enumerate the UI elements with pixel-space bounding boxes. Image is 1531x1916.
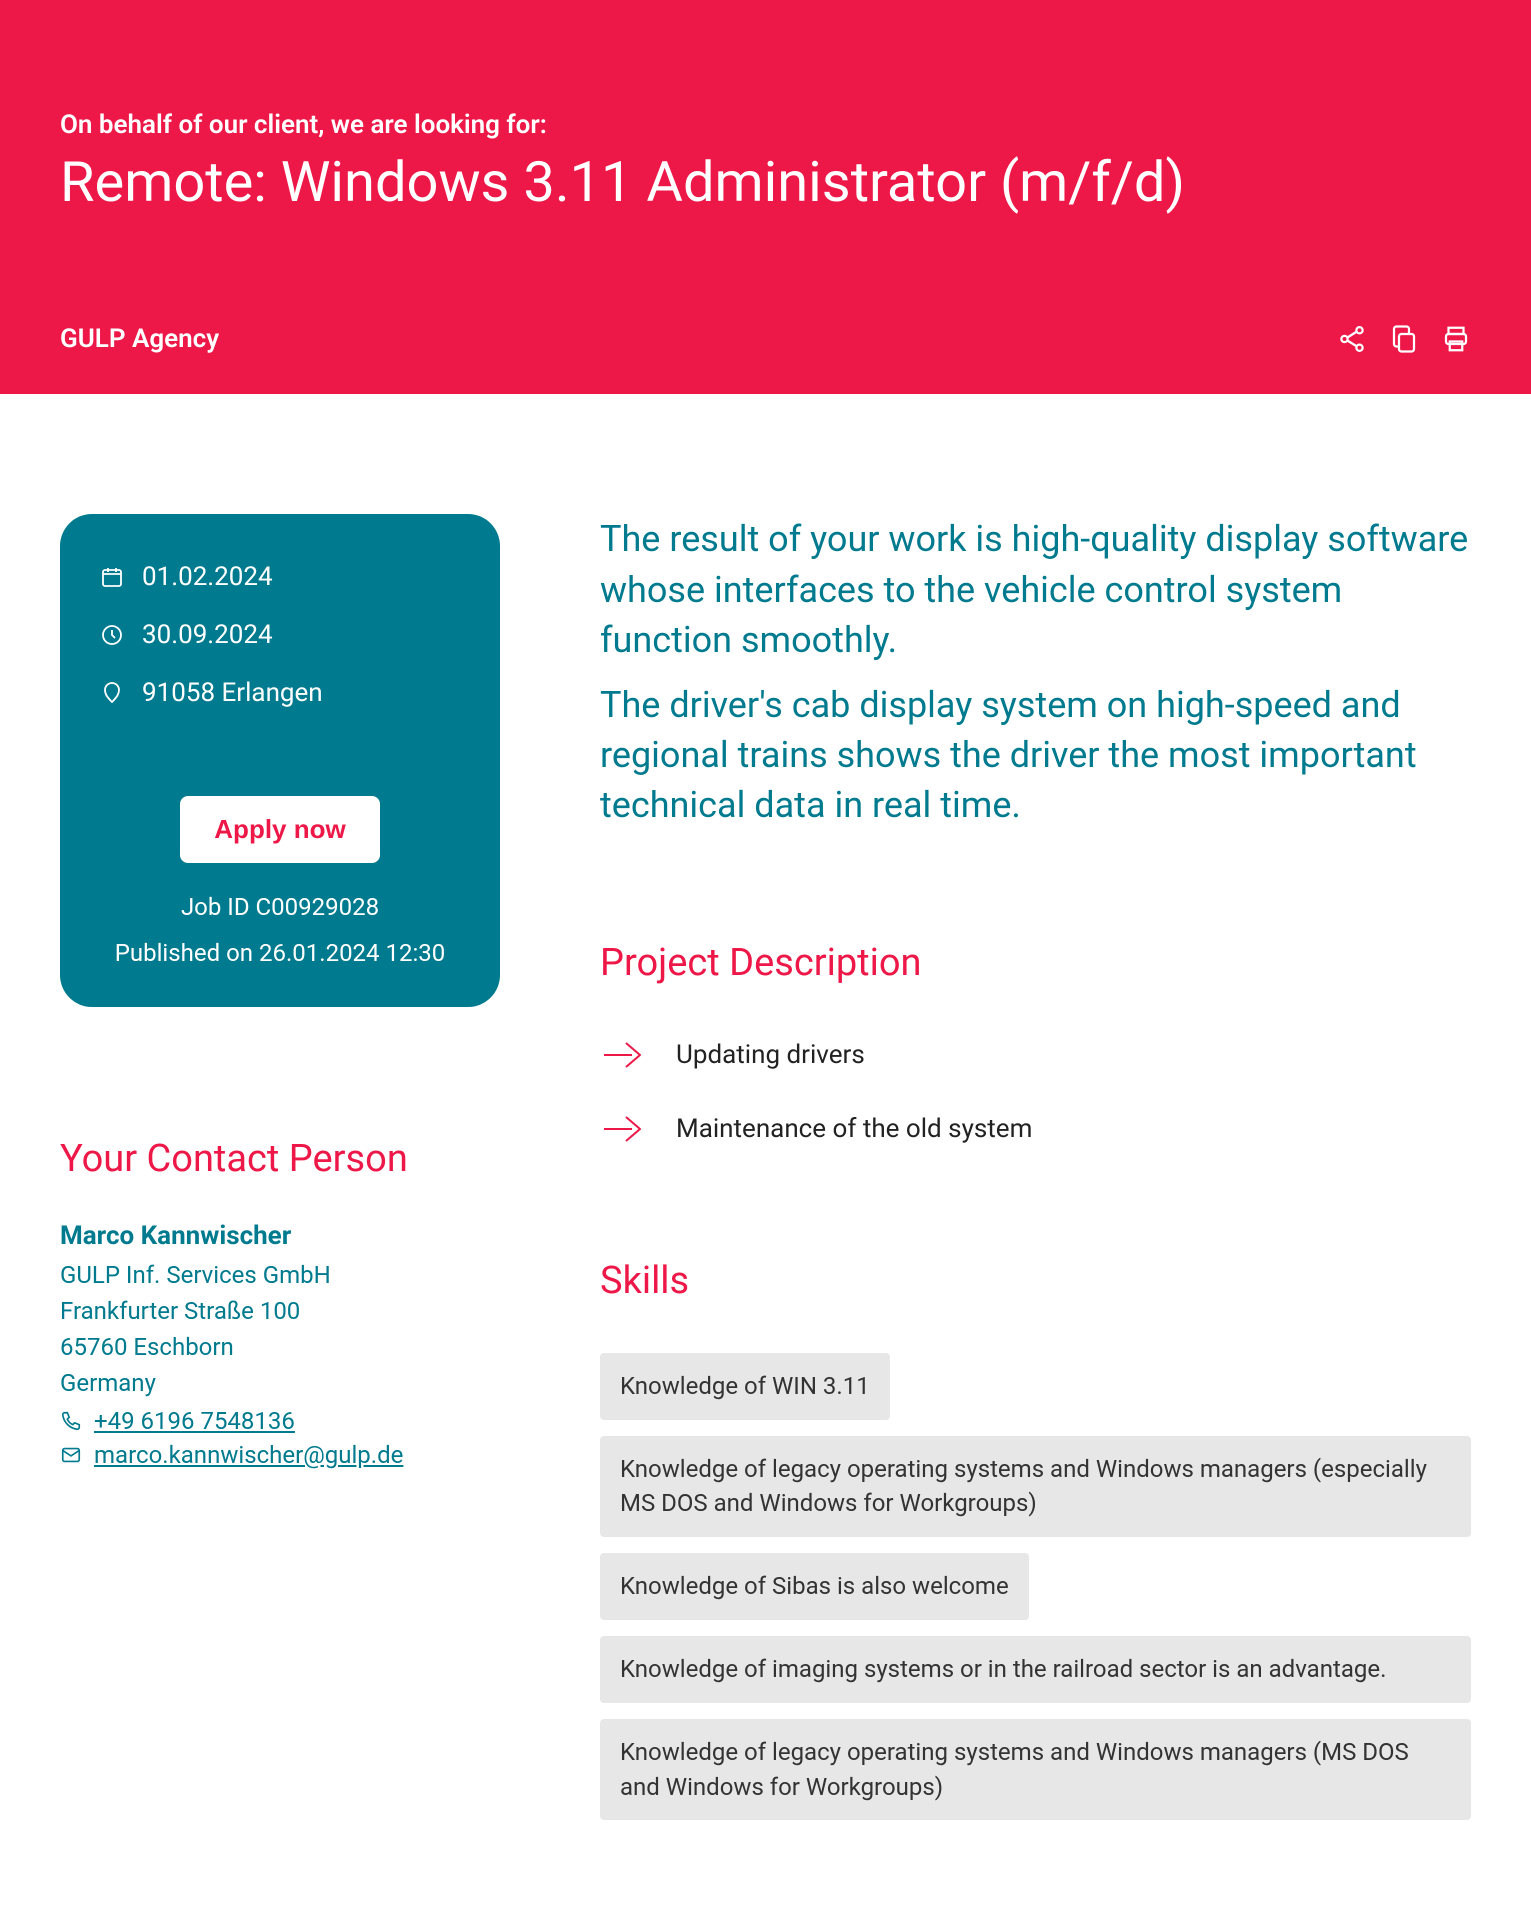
apply-button[interactable]: Apply now — [180, 796, 379, 863]
hero-action-icons — [1337, 324, 1471, 354]
hero-subtitle: On behalf of our client, we are looking … — [60, 110, 1471, 140]
clock-icon — [100, 623, 124, 647]
project-item: Maintenance of the old system — [600, 1109, 1471, 1149]
job-summary-card: 01.02.2024 30.09.2024 91058 Erlangen — [60, 514, 500, 1007]
share-icon[interactable] — [1337, 324, 1367, 354]
contact-country: Germany — [60, 1365, 500, 1401]
location: 91058 Erlangen — [142, 678, 323, 708]
job-title: Remote: Windows 3.11 Administrator (m/f/… — [60, 150, 1471, 214]
project-description-heading: Project Description — [600, 941, 1471, 985]
arrow-right-icon — [600, 1109, 646, 1149]
published-date: Published on 26.01.2024 12:30 — [100, 939, 460, 967]
project-item-text: Updating drivers — [676, 1040, 865, 1070]
skill-chip: Knowledge of legacy operating systems an… — [600, 1436, 1471, 1538]
start-date: 01.02.2024 — [142, 562, 273, 592]
skill-chip: Knowledge of legacy operating systems an… — [600, 1719, 1471, 1821]
skill-chip: Knowledge of WIN 3.11 — [600, 1353, 890, 1420]
project-item: Updating drivers — [600, 1035, 1471, 1075]
phone-icon — [60, 1410, 82, 1432]
contact-phone-link[interactable]: +49 6196 7548136 — [94, 1407, 295, 1435]
skill-chip: Knowledge of imaging systems or in the r… — [600, 1636, 1471, 1703]
contact-company: GULP Inf. Services GmbH — [60, 1257, 500, 1293]
arrow-right-icon — [600, 1035, 646, 1075]
contact-name: Marco Kannwischer — [60, 1221, 500, 1251]
job-id: Job ID C00929028 — [100, 893, 460, 921]
calendar-icon — [100, 565, 124, 589]
start-date-row: 01.02.2024 — [100, 562, 460, 592]
contact-heading: Your Contact Person — [60, 1137, 500, 1181]
intro-paragraph-2: The driver's cab display system on high-… — [600, 680, 1471, 831]
end-date: 30.09.2024 — [142, 620, 273, 650]
contact-email-link[interactable]: marco.kannwischer@gulp.de — [94, 1441, 403, 1469]
print-icon[interactable] — [1441, 324, 1471, 354]
location-row: 91058 Erlangen — [100, 678, 460, 708]
agency-name: GULP Agency — [60, 324, 219, 354]
intro-text: The result of your work is high-quality … — [600, 514, 1471, 830]
contact-city: 65760 Eschborn — [60, 1329, 500, 1365]
mail-icon — [60, 1444, 82, 1466]
contact-street: Frankfurter Straße 100 — [60, 1293, 500, 1329]
copy-icon[interactable] — [1389, 324, 1419, 354]
skills-heading: Skills — [600, 1259, 1471, 1303]
end-date-row: 30.09.2024 — [100, 620, 460, 650]
skill-chip: Knowledge of Sibas is also welcome — [600, 1553, 1029, 1620]
project-item-text: Maintenance of the old system — [676, 1114, 1032, 1144]
hero-banner: On behalf of our client, we are looking … — [0, 0, 1531, 394]
location-pin-icon — [100, 681, 124, 705]
intro-paragraph-1: The result of your work is high-quality … — [600, 514, 1471, 665]
